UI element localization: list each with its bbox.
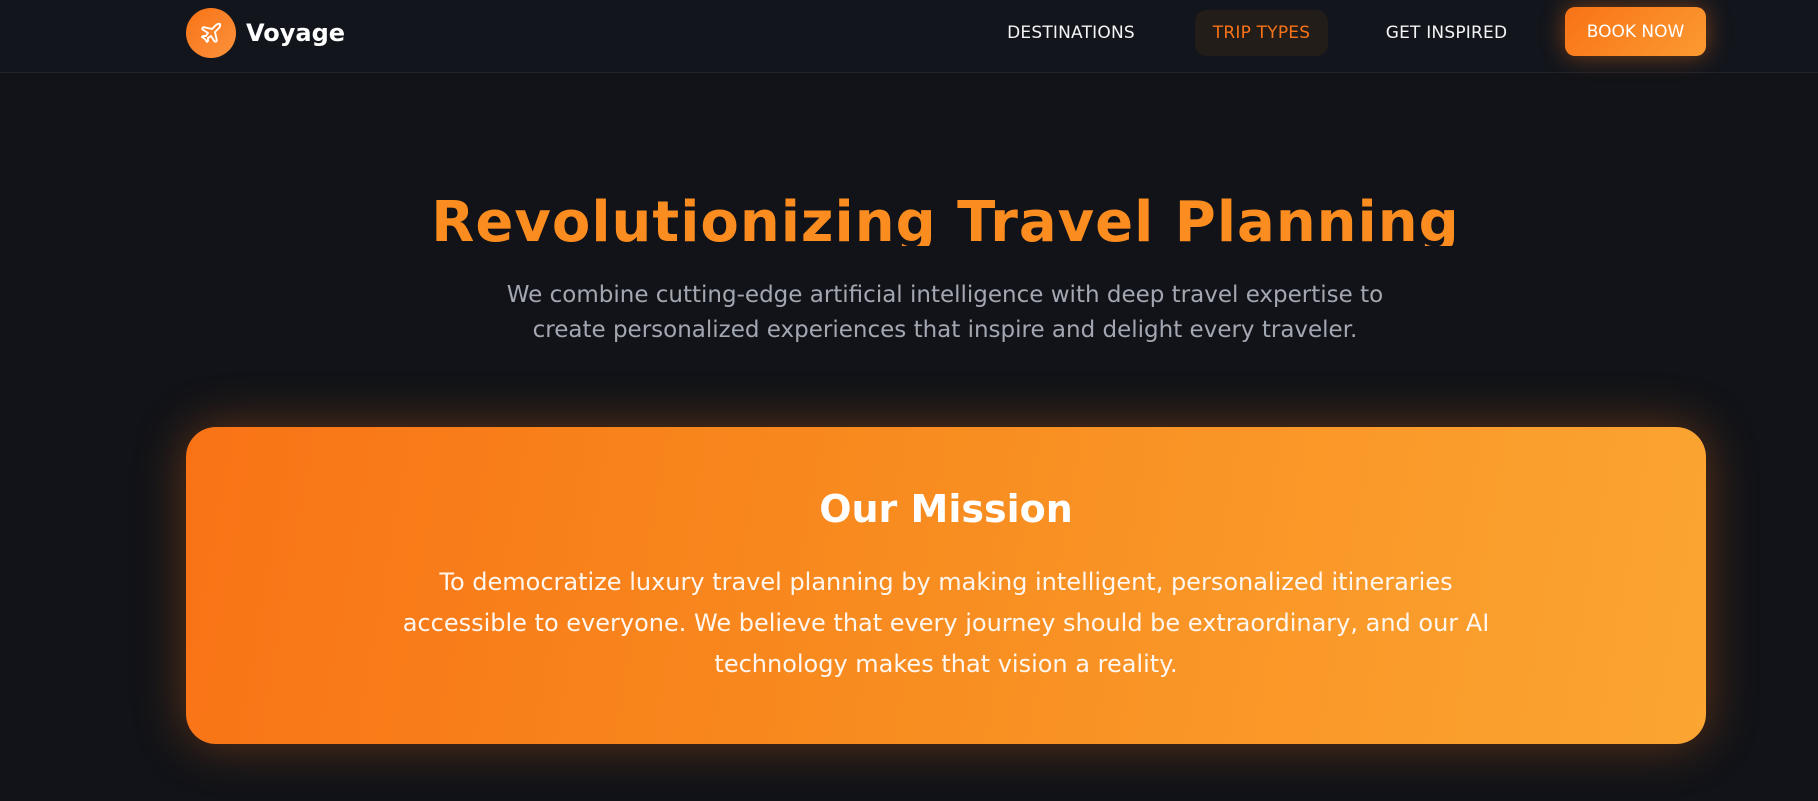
- mission-title: Our Mission: [819, 487, 1073, 531]
- mission-text: To democratize luxury travel planning by…: [402, 568, 1490, 678]
- book-now-button[interactable]: BOOK NOW: [1565, 7, 1706, 56]
- hero-subtitle: We combine cutting-edge artificial intel…: [506, 282, 1384, 343]
- nav-link-trip-types[interactable]: TRIP TYPES: [1195, 10, 1328, 56]
- brand-logo-link[interactable]: Voyage: [186, 8, 345, 58]
- airplane-icon: [186, 8, 236, 58]
- mission-card: Our Mission To democratize luxury travel…: [186, 427, 1706, 744]
- brand-name: Voyage: [246, 19, 346, 47]
- nav-link-get-inspired[interactable]: GET INSPIRED: [1368, 10, 1525, 56]
- top-navigation-bar: Voyage DESTINATIONS TRIP TYPES GET INSPI…: [0, 0, 1818, 73]
- nav-link-destinations[interactable]: DESTINATIONS: [988, 10, 1154, 56]
- hero-title: Revolutionizing Travel Planning: [431, 190, 1460, 246]
